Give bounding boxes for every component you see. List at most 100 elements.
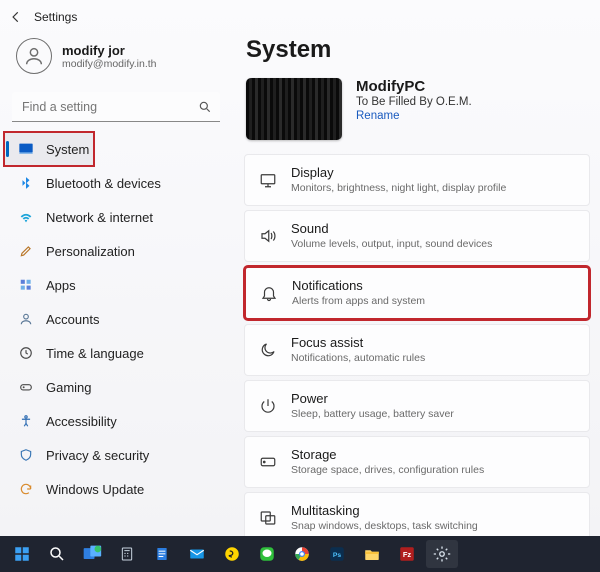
account-email: modify@modify.in.th [62, 58, 157, 70]
sidebar-item-label: Windows Update [46, 482, 144, 497]
pc-card[interactable]: ModifyPC To Be Filled By O.E.M. Rename [244, 78, 590, 140]
account-block[interactable]: modify jor modify@modify.in.th [4, 34, 228, 82]
display-icon [259, 171, 277, 189]
bluetooth-icon [18, 175, 34, 191]
setting-title: Notifications [292, 278, 425, 294]
pc-thumbnail [246, 78, 342, 140]
setting-sub: Monitors, brightness, night light, displ… [291, 182, 506, 195]
sidebar-item-label: System [46, 142, 89, 157]
avatar-icon [16, 38, 52, 74]
pc-oem: To Be Filled By O.E.M. [356, 96, 472, 108]
pc-name: ModifyPC [356, 78, 472, 95]
setting-sound[interactable]: Sound Volume levels, output, input, soun… [244, 210, 590, 262]
content: modify jor modify@modify.in.th System [0, 34, 600, 536]
setting-power[interactable]: Power Sleep, battery usage, battery save… [244, 380, 590, 432]
setting-storage[interactable]: Storage Storage space, drives, configura… [244, 436, 590, 488]
sidebar-item-label: Bluetooth & devices [46, 176, 161, 191]
setting-focus[interactable]: Focus assist Notifications, automatic ru… [244, 324, 590, 376]
taskbar-explorer-icon[interactable] [356, 540, 388, 568]
start-button[interactable] [6, 540, 38, 568]
taskbar-line-icon[interactable] [251, 540, 283, 568]
setting-sub: Sleep, battery usage, battery saver [291, 408, 454, 421]
setting-sub: Volume levels, output, input, sound devi… [291, 238, 492, 251]
taskbar-mail-icon[interactable] [181, 540, 213, 568]
setting-sub: Notifications, automatic rules [291, 352, 425, 365]
search-wrapper [12, 92, 220, 122]
sidebar-item-bluetooth[interactable]: Bluetooth & devices [4, 166, 228, 200]
sidebar-item-accounts[interactable]: Accounts [4, 302, 228, 336]
setting-sub: Storage space, drives, configuration rul… [291, 464, 484, 477]
titlebar: Settings [0, 0, 600, 34]
taskbar-photoshop-icon[interactable]: Ps [321, 540, 353, 568]
shield-icon [18, 447, 34, 463]
taskbar-search-icon[interactable] [41, 540, 73, 568]
sidebar-item-system[interactable]: System [4, 132, 94, 166]
sidebar-item-label: Time & language [46, 346, 144, 361]
apps-icon [18, 277, 34, 293]
setting-notifications[interactable]: Notifications Alerts from apps and syste… [244, 266, 590, 320]
taskbar-calc-icon[interactable] [111, 540, 143, 568]
search-input[interactable] [12, 92, 220, 122]
sidebar-item-accessibility[interactable]: Accessibility [4, 404, 228, 438]
clock-icon [18, 345, 34, 361]
sound-icon [259, 227, 277, 245]
taskbar-taskview-icon[interactable] [76, 540, 108, 568]
taskbar-app-yellow-icon[interactable] [216, 540, 248, 568]
sidebar: modify jor modify@modify.in.th System [0, 34, 232, 536]
storage-icon [259, 453, 277, 471]
settings-list: Display Monitors, brightness, night ligh… [244, 154, 590, 536]
taskbar-chrome-icon[interactable] [286, 540, 318, 568]
taskbar-notepad-icon[interactable] [146, 540, 178, 568]
page-title: System [246, 36, 590, 64]
setting-multitasking[interactable]: Multitasking Snap windows, desktops, tas… [244, 492, 590, 536]
gaming-icon [18, 379, 34, 395]
setting-display[interactable]: Display Monitors, brightness, night ligh… [244, 154, 590, 206]
sidebar-item-label: Apps [46, 278, 76, 293]
rename-link[interactable]: Rename [356, 110, 472, 122]
multitask-icon [259, 509, 277, 527]
search-icon[interactable] [198, 100, 212, 114]
account-text: modify jor modify@modify.in.th [62, 43, 157, 70]
app-title: Settings [34, 10, 77, 24]
setting-title: Focus assist [291, 335, 425, 351]
account-name: modify jor [62, 43, 157, 58]
wifi-icon [18, 209, 34, 225]
sidebar-item-network[interactable]: Network & internet [4, 200, 228, 234]
sidebar-item-label: Personalization [46, 244, 135, 259]
bell-icon [260, 284, 278, 302]
accessibility-icon [18, 413, 34, 429]
setting-title: Multitasking [291, 503, 478, 519]
sidebar-item-privacy[interactable]: Privacy & security [4, 438, 228, 472]
setting-title: Display [291, 165, 506, 181]
power-icon [259, 397, 277, 415]
sidebar-nav: System Bluetooth & devices Network & int… [4, 132, 228, 506]
setting-sub: Alerts from apps and system [292, 295, 425, 308]
sidebar-item-label: Gaming [46, 380, 92, 395]
taskbar-settings-icon[interactable] [426, 540, 458, 568]
setting-sub: Snap windows, desktops, task switching [291, 520, 478, 533]
settings-window: Settings modify jor modify@modify.in.th [0, 0, 600, 536]
svg-text:Fz: Fz [403, 550, 412, 559]
brush-icon [18, 243, 34, 259]
sidebar-item-label: Privacy & security [46, 448, 149, 463]
sidebar-item-label: Network & internet [46, 210, 153, 225]
moon-icon [259, 341, 277, 359]
main-panel: System ModifyPC To Be Filled By O.E.M. R… [232, 34, 600, 536]
sidebar-item-gaming[interactable]: Gaming [4, 370, 228, 404]
accounts-icon [18, 311, 34, 327]
sidebar-item-label: Accounts [46, 312, 99, 327]
sidebar-item-time[interactable]: Time & language [4, 336, 228, 370]
setting-title: Power [291, 391, 454, 407]
sidebar-item-personalization[interactable]: Personalization [4, 234, 228, 268]
taskbar-filezilla-icon[interactable]: Fz [391, 540, 423, 568]
back-icon[interactable] [8, 9, 24, 25]
pc-info: ModifyPC To Be Filled By O.E.M. Rename [356, 78, 472, 122]
sidebar-item-apps[interactable]: Apps [4, 268, 228, 302]
update-icon [18, 481, 34, 497]
system-icon [18, 141, 34, 157]
svg-text:Ps: Ps [333, 552, 342, 559]
sidebar-item-label: Accessibility [46, 414, 117, 429]
sidebar-item-update[interactable]: Windows Update [4, 472, 228, 506]
taskbar: Ps Fz [0, 536, 600, 572]
setting-title: Sound [291, 221, 492, 237]
